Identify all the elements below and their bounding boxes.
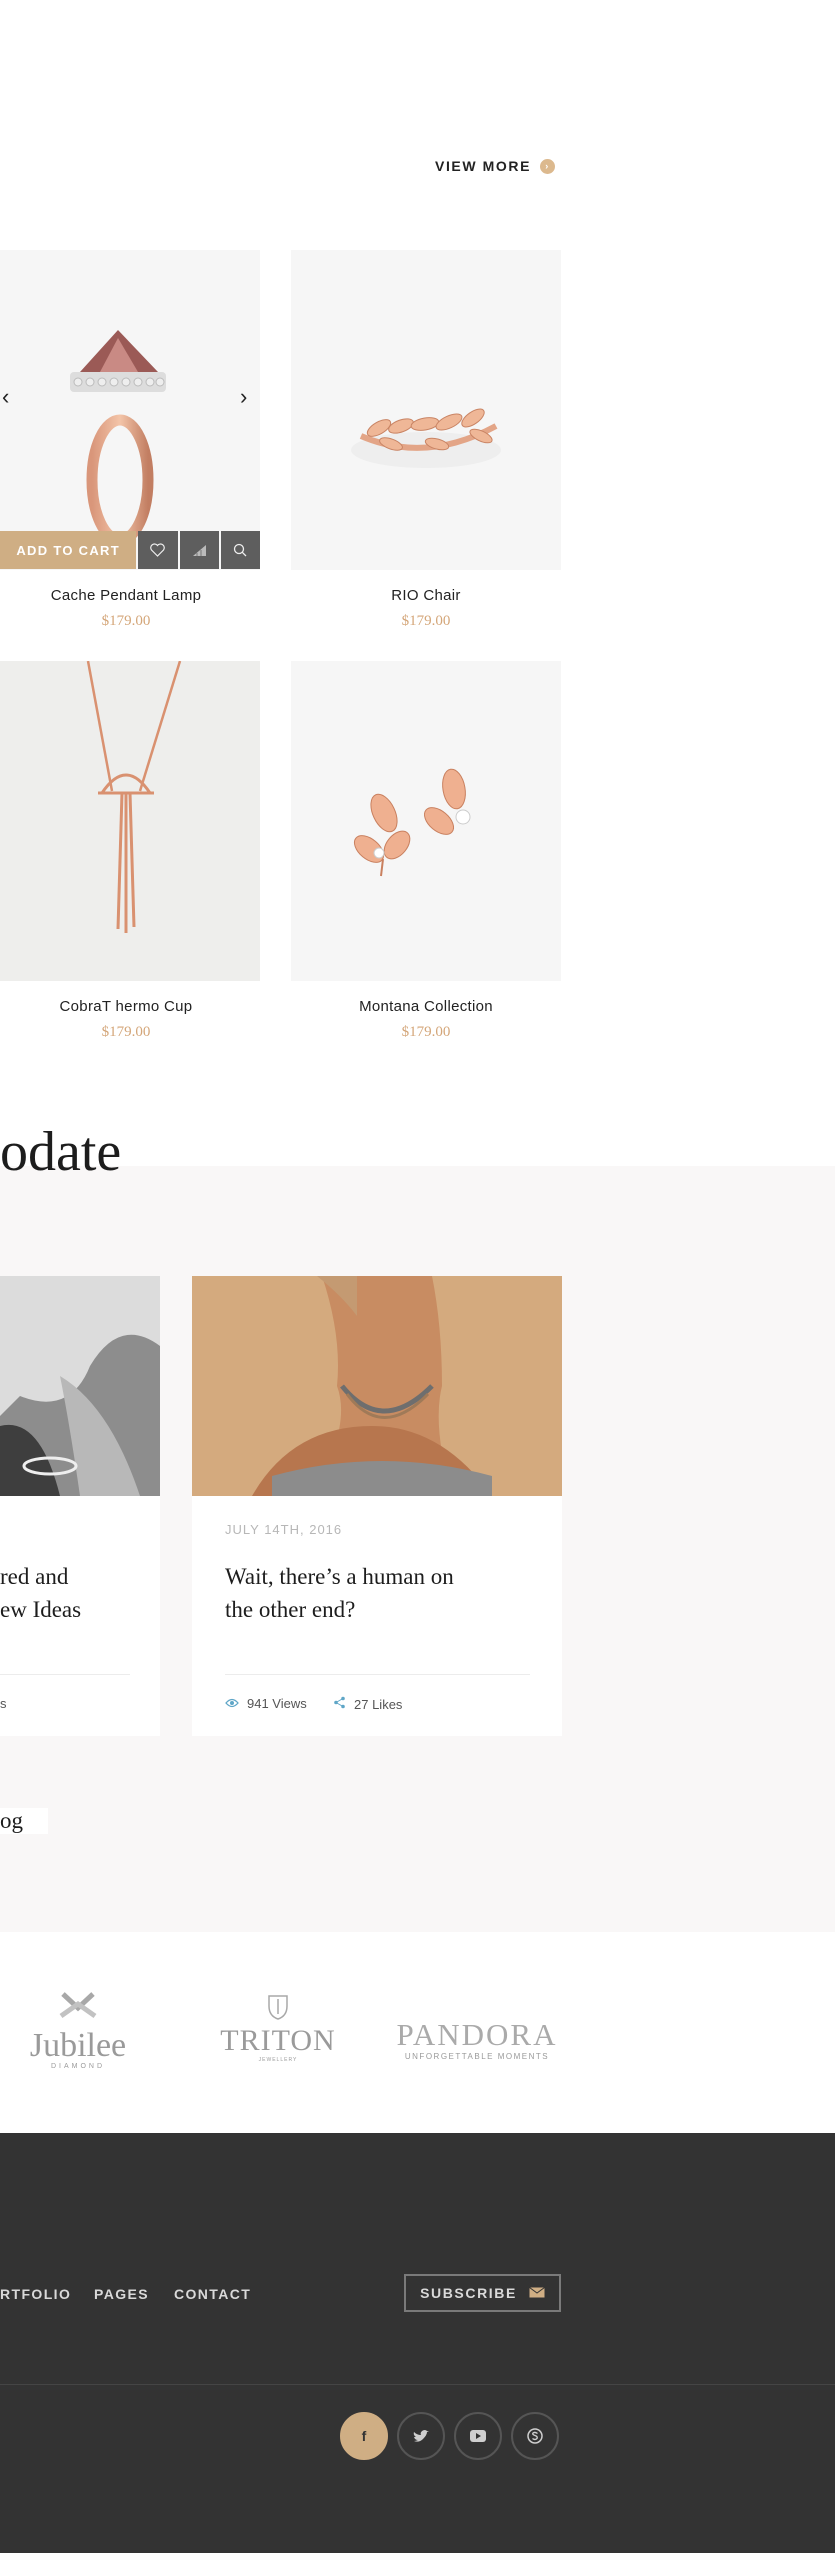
blog-image — [192, 1276, 562, 1496]
view-more-label: VIEW MORE — [435, 158, 532, 174]
divider — [225, 1674, 530, 1675]
brand-logo-triton[interactable]: TRITON JEWELLERY — [218, 1994, 338, 2074]
product-price: $179.00 — [401, 613, 451, 629]
footer-nav-portfolio[interactable]: RTFOLIO — [0, 2286, 71, 2302]
view-more-link[interactable]: VIEW MORE › — [435, 158, 556, 174]
product-price: $179.00 — [101, 613, 151, 629]
brand-tagline: UNFORGETTABLE MOMENTS — [404, 2052, 550, 2061]
search-icon[interactable] — [220, 531, 261, 569]
blog-title-line: ew Ideas — [0, 1597, 82, 1622]
heart-icon[interactable] — [138, 531, 178, 569]
product-image[interactable] — [291, 250, 561, 570]
facebook-icon[interactable]: f — [340, 2412, 388, 2460]
product-price: $179.00 — [401, 1024, 451, 1040]
earrings-icon — [353, 768, 471, 877]
likes-count[interactable]: 27 Likes — [333, 1696, 402, 1712]
product-name[interactable]: RIO Chair — [291, 587, 561, 604]
blog-image — [0, 1276, 160, 1496]
facebook-glyph: f — [361, 2428, 367, 2444]
carousel-prev-button[interactable]: ‹ — [2, 386, 9, 408]
brand-tagline: JEWELLERY — [258, 2057, 298, 2063]
add-to-cart-button[interactable]: ADD TO CART — [0, 531, 137, 569]
chevron-right-icon: › — [540, 158, 556, 174]
brand-name: PANDORA — [396, 2017, 558, 2052]
views-label: 941 Views — [247, 1696, 307, 1711]
view-blog-button[interactable]: og — [0, 1808, 48, 1834]
jubilee-mark-icon — [59, 1992, 97, 2019]
footer-nav-pages[interactable]: PAGES — [94, 2286, 149, 2302]
share-icon — [333, 1696, 346, 1712]
blog-card[interactable]: red and ew Ideas s — [0, 1276, 160, 1736]
ring-icon — [70, 330, 166, 546]
section-title: odate — [0, 1121, 122, 1183]
brand-name: TRITON — [220, 2024, 336, 2057]
brand-logo-jubilee[interactable]: Jubilee DIAMOND — [18, 1990, 138, 2070]
blog-title-line: the other end? — [225, 1597, 356, 1622]
footer-nav-contact[interactable]: CONTACT — [174, 2286, 251, 2302]
blog-title-line: red and — [0, 1564, 69, 1589]
eye-icon — [225, 1696, 239, 1711]
product-price: $179.00 — [101, 1024, 151, 1040]
necklace-icon — [86, 661, 182, 933]
footer — [0, 2133, 835, 2553]
blog-date: JULY 14TH, 2016 — [225, 1522, 343, 1537]
blog-title-line: Wait, there’s a human on — [225, 1564, 454, 1589]
skype-icon[interactable] — [511, 2412, 559, 2460]
subscribe-label: SUBSCRIBE — [420, 2285, 517, 2301]
subscribe-button[interactable]: SUBSCRIBE — [404, 2274, 561, 2312]
envelope-icon — [529, 2285, 545, 2301]
twitter-icon[interactable] — [397, 2412, 445, 2460]
product-action-bar: ADD TO CART — [0, 531, 261, 569]
product-name[interactable]: CobraT hermo Cup — [0, 998, 252, 1015]
product-image[interactable] — [0, 250, 260, 570]
brand-tagline: DIAMOND — [50, 2063, 106, 2070]
compare-icon[interactable] — [179, 531, 219, 569]
youtube-icon[interactable] — [454, 2412, 502, 2460]
product-name[interactable]: Montana Collection — [291, 998, 561, 1015]
leaf-ring-icon — [351, 408, 501, 468]
footer-divider — [0, 2384, 835, 2385]
blog-title[interactable]: Wait, there’s a human on the other end? — [225, 1560, 545, 1626]
triton-shield-icon — [268, 1995, 288, 2020]
likes-label: 27 Likes — [354, 1696, 403, 1712]
carousel-next-button[interactable]: › — [240, 386, 247, 408]
product-name[interactable]: Cache Pendant Lamp — [0, 587, 252, 604]
brand-logo-pandora[interactable]: PANDORA UNFORGETTABLE MOMENTS — [392, 2018, 562, 2068]
views-count: 941 Views — [225, 1696, 307, 1711]
blog-title[interactable]: red and ew Ideas — [0, 1560, 160, 1626]
blog-card[interactable]: JULY 14TH, 2016 Wait, there’s a human on… — [192, 1276, 562, 1736]
product-image[interactable] — [291, 661, 561, 981]
product-image[interactable] — [0, 661, 260, 981]
brand-name: Jubilee — [29, 2027, 127, 2064]
divider — [0, 1674, 130, 1675]
blog-meta: s — [0, 1696, 7, 1711]
